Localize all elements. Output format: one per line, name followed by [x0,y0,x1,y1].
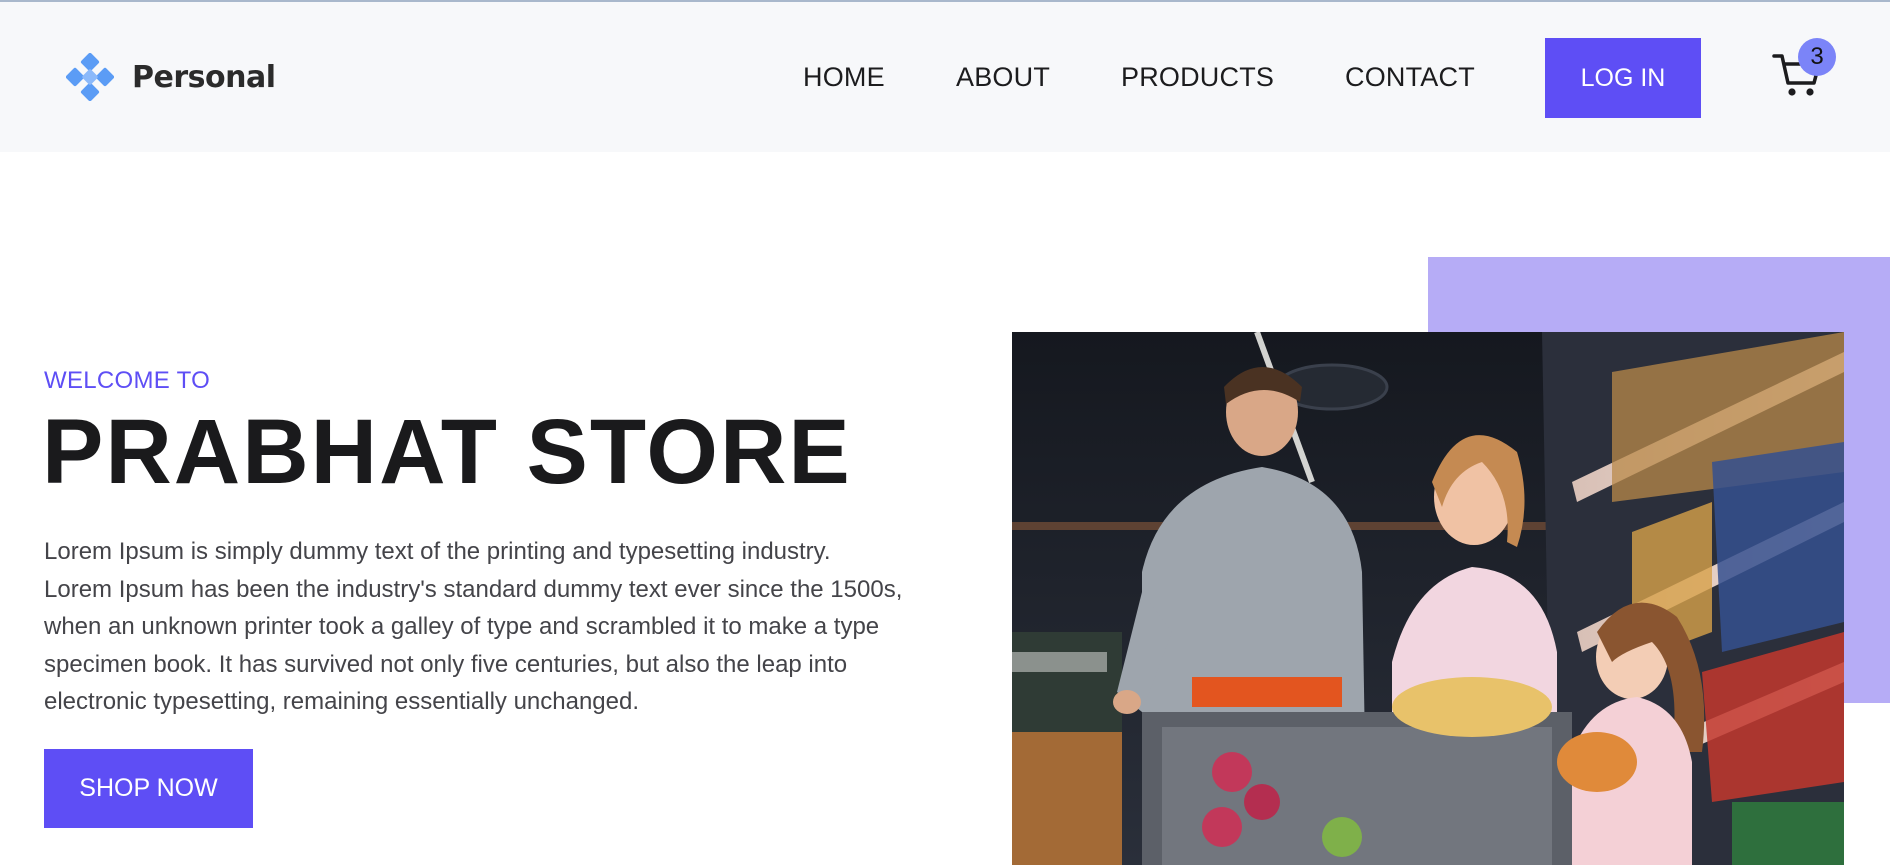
hero-eyebrow: WELCOME TO [44,367,211,394]
shop-now-button[interactable]: SHOP NOW [44,749,253,828]
hero-image-family-shopping [1012,332,1844,865]
cart-count-badge: 3 [1798,38,1836,76]
cart-button[interactable]: 3 [1768,38,1836,100]
login-button[interactable]: LOG IN [1545,38,1701,118]
nav-about[interactable]: ABOUT [956,62,1050,93]
nav-contact[interactable]: CONTACT [1345,62,1475,93]
nav-products[interactable]: PRODUCTS [1121,62,1274,93]
diamond-cluster-logo-icon [66,53,114,101]
brand-logo[interactable]: Personal [66,53,276,101]
site-header: Personal HOME ABOUT PRODUCTS CONTACT LOG… [0,2,1890,152]
hero-description: Lorem Ipsum is simply dummy text of the … [44,538,903,715]
nav-home[interactable]: HOME [803,62,885,93]
hero-title: PRABHAT STORE [42,401,852,503]
brand-name: Personal [132,59,276,95]
